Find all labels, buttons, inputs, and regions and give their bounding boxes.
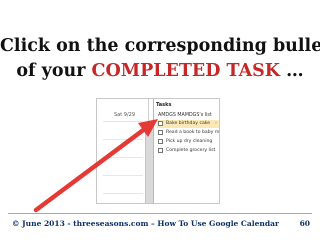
calendar-grid-line: [103, 121, 143, 122]
calendar-grid-line: [103, 193, 143, 194]
headline-suffix: …: [280, 61, 304, 81]
calendar-grid-line: [103, 157, 143, 158]
slide-footer: © June 2013 - threeseasons.com – How To …: [10, 219, 310, 233]
headline-line-1: Click on the corresponding bullet: [0, 36, 320, 56]
task-row[interactable]: Read a book to baby m: [157, 129, 219, 137]
task-row[interactable]: Pick up dry cleaning: [157, 138, 219, 146]
headline-prefix: of your: [16, 61, 92, 81]
calendar-pane: Sat 9/29: [97, 99, 149, 203]
calendar-grid-line: [103, 139, 143, 140]
task-label[interactable]: Bake birthday cake: [166, 121, 210, 127]
task-label[interactable]: Read a book to baby m: [166, 130, 219, 136]
headline-highlight: COMPLETED TASK: [91, 61, 281, 81]
task-row[interactable]: Complete grocery list: [157, 147, 219, 155]
page-number: 60: [299, 219, 310, 228]
headline-line-2: of your COMPLETED TASK …: [0, 59, 320, 84]
task-details-arrow-icon[interactable]: ›: [215, 121, 217, 127]
task-checkbox[interactable]: [158, 148, 163, 153]
calendar-grid-line: [103, 175, 143, 176]
task-label[interactable]: Pick up dry cleaning: [166, 139, 212, 145]
slide-headline: Click on the corresponding bullet of you…: [0, 34, 320, 84]
task-checkbox[interactable]: [158, 139, 163, 144]
task-label[interactable]: Complete grocery list: [166, 148, 215, 154]
tasks-pane: Tasks AMDGS MAMDGS's list Bake birthday …: [153, 99, 219, 203]
task-checkbox[interactable]: [158, 121, 163, 126]
task-list-name[interactable]: AMDGS MAMDGS's list: [158, 113, 212, 118]
tasks-title: Tasks: [156, 102, 172, 108]
task-checkbox[interactable]: [158, 130, 163, 135]
calendar-day-label: Sat 9/29: [114, 112, 136, 118]
calendar-scrollbar[interactable]: [145, 123, 153, 203]
footer-text: © June 2013 - threeseasons.com – How To …: [12, 219, 279, 228]
task-row[interactable]: Bake birthday cake ›: [157, 120, 219, 128]
footer-divider: [8, 213, 312, 214]
calendar-screenshot: Sat 9/29 Tasks AMDGS MAMDGS's list Bake …: [96, 98, 220, 204]
